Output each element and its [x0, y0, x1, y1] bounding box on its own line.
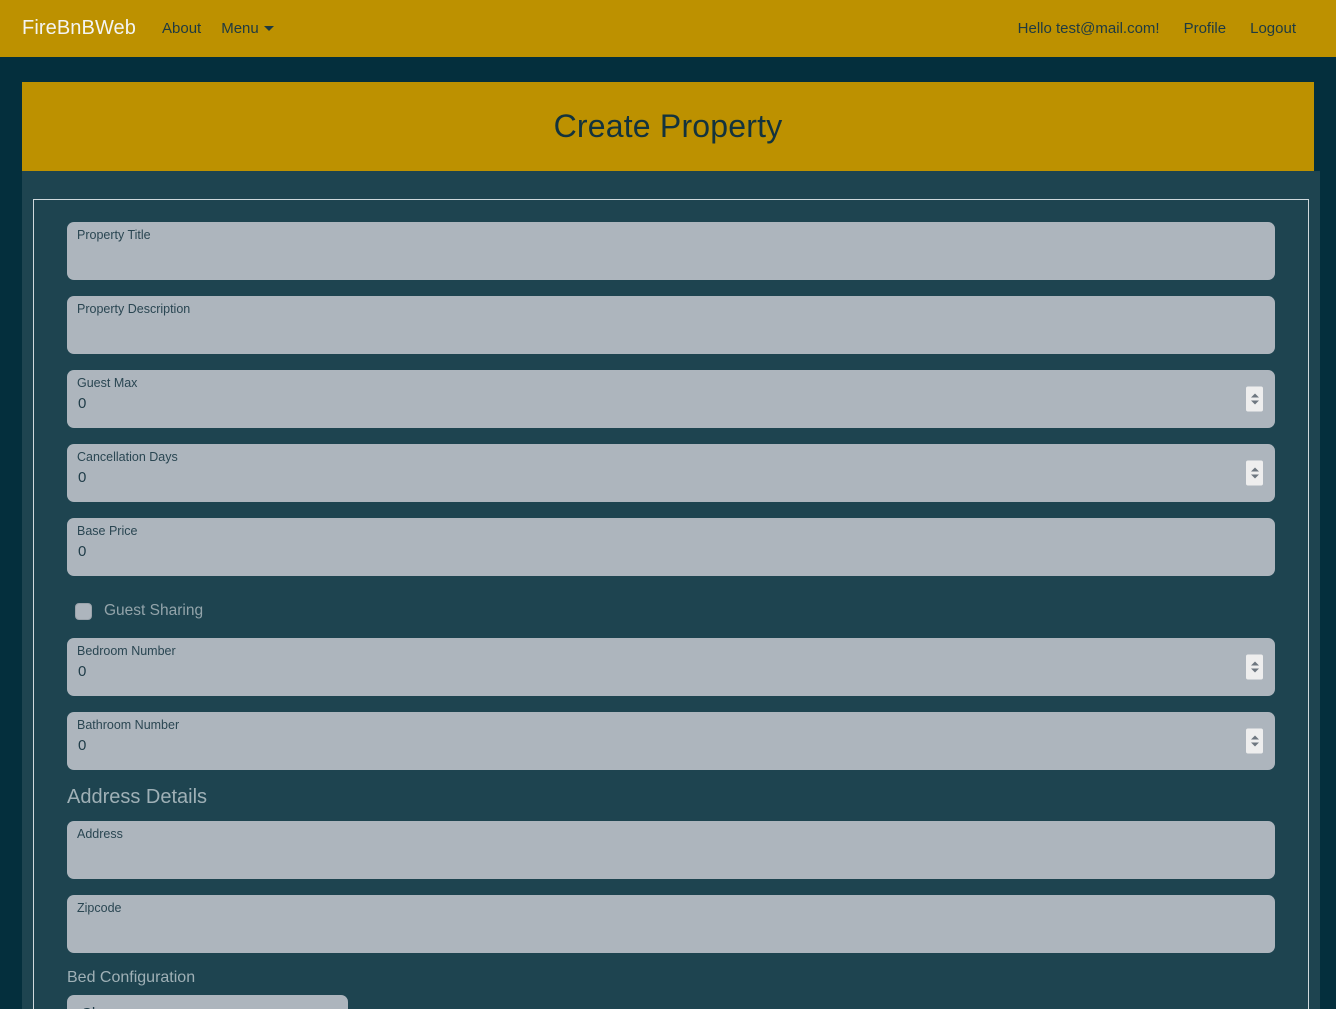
field-label: Bathroom Number — [77, 718, 180, 732]
field-base-price[interactable]: Base Price 0 — [67, 518, 1275, 576]
field-label: Property Description — [77, 302, 191, 316]
chevron-up-icon[interactable] — [1250, 393, 1259, 398]
page-header-banner: Create Property — [22, 82, 1314, 171]
chevron-down-icon[interactable] — [1250, 668, 1259, 673]
chevron-up-icon[interactable] — [1250, 735, 1259, 740]
field-value: 0 — [78, 543, 87, 560]
chevron-down-icon[interactable] — [1250, 742, 1259, 747]
nav-menu-label: Menu — [221, 20, 259, 37]
create-property-form: Property Title Property Description Gues… — [33, 199, 1309, 1009]
field-label: Property Title — [77, 228, 151, 242]
field-label: Guest Max — [77, 376, 138, 390]
address-details-heading: Address Details — [67, 786, 208, 808]
guest-sharing-label: Guest Sharing — [104, 602, 204, 619]
field-bathroom-number[interactable]: Bathroom Number 0 — [67, 712, 1275, 770]
guest-sharing-checkbox[interactable] — [75, 602, 92, 620]
page-title: Create Property — [553, 108, 783, 144]
field-property-description[interactable]: Property Description — [67, 296, 1275, 354]
user-greeting: Hello test@mail.com! — [1017, 20, 1160, 37]
bed-configuration-select[interactable]: Choose... — [67, 995, 348, 1009]
field-label: Address — [77, 827, 123, 841]
field-bedroom-number[interactable]: Bedroom Number 0 — [67, 638, 1275, 696]
nav-link-logout[interactable]: Logout — [1250, 20, 1296, 37]
form-card: Property Title Property Description Gues… — [22, 171, 1320, 1009]
nav-link-profile[interactable]: Profile — [1184, 20, 1227, 37]
guest-sharing-row[interactable]: Guest Sharing — [75, 592, 1275, 630]
field-value: 0 — [78, 663, 87, 680]
field-label: Zipcode — [77, 901, 122, 915]
caret-down-icon — [263, 26, 274, 31]
chevron-down-icon[interactable] — [1250, 474, 1259, 479]
chevron-up-icon[interactable] — [1250, 661, 1259, 666]
number-spinner[interactable] — [1246, 386, 1263, 412]
field-value: 0 — [78, 737, 87, 754]
number-spinner[interactable] — [1246, 728, 1263, 754]
nav-right-group: Hello test@mail.com! Profile Logout — [1018, 20, 1314, 37]
bed-configuration-label: Bed Configuration — [67, 969, 196, 986]
field-value: 0 — [78, 395, 87, 412]
nav-link-about[interactable]: About — [162, 20, 201, 37]
number-spinner[interactable] — [1246, 654, 1263, 680]
field-address[interactable]: Address — [67, 821, 1275, 879]
field-label: Cancellation Days — [77, 450, 178, 464]
chevron-up-icon[interactable] — [1250, 467, 1259, 472]
top-navbar: FireBnBWeb About Menu Hello test@mail.co… — [0, 0, 1336, 57]
field-label: Bedroom Number — [77, 644, 176, 658]
chevron-down-icon[interactable] — [1250, 400, 1259, 405]
field-property-title[interactable]: Property Title — [67, 222, 1275, 280]
nav-menu-dropdown[interactable]: Menu — [221, 20, 274, 37]
field-zipcode[interactable]: Zipcode — [67, 895, 1275, 953]
nav-left-group: About Menu — [162, 20, 274, 37]
field-cancellation-days[interactable]: Cancellation Days 0 — [67, 444, 1275, 502]
field-guest-max[interactable]: Guest Max 0 — [67, 370, 1275, 428]
number-spinner[interactable] — [1246, 460, 1263, 486]
field-label: Base Price — [77, 524, 138, 538]
brand-logo[interactable]: FireBnBWeb — [22, 17, 136, 40]
field-value: 0 — [78, 469, 87, 486]
